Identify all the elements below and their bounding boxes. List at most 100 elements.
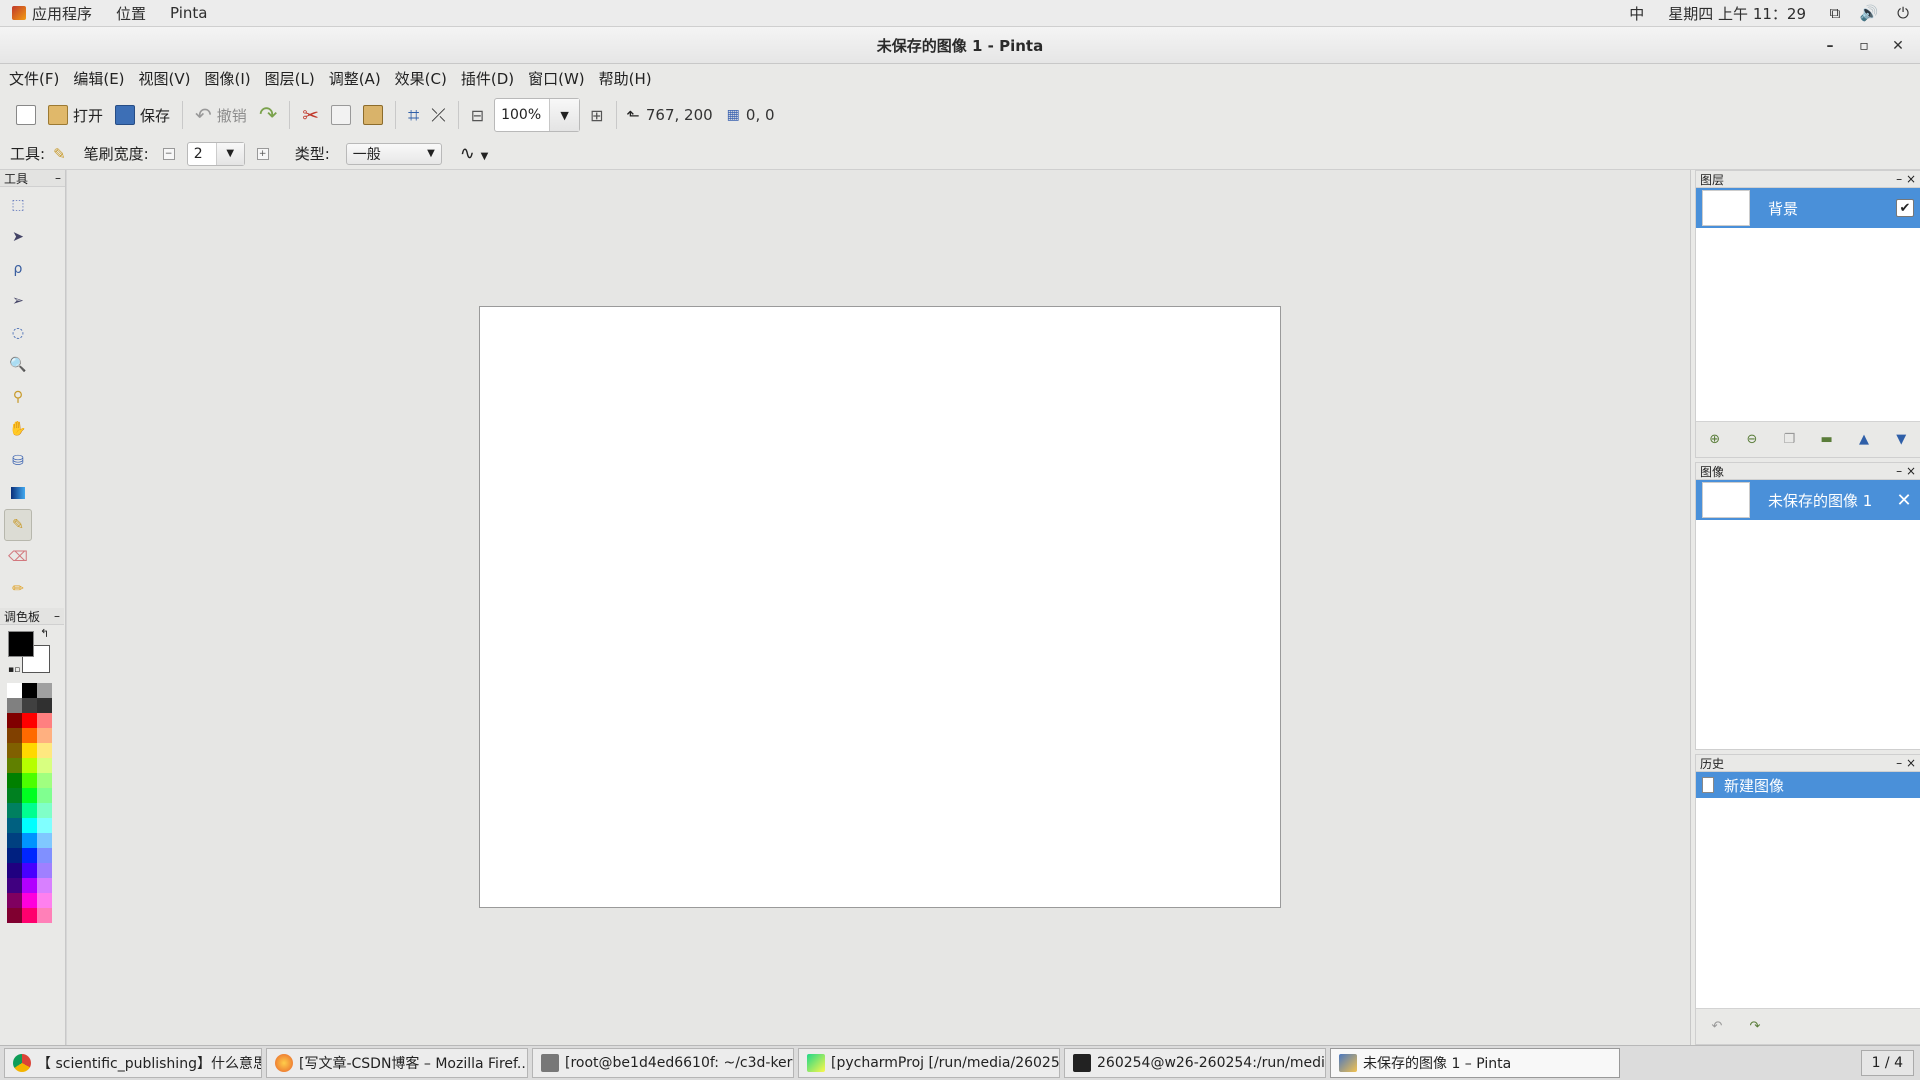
ellipse-select-tool[interactable]: ◌ xyxy=(4,317,32,349)
palette-swatch[interactable] xyxy=(22,743,37,758)
image-row[interactable]: 未保存的图像 1 ✕ xyxy=(1696,480,1920,520)
menu-addins[interactable]: 插件(D) xyxy=(454,68,521,89)
pan-tool[interactable]: ✋ xyxy=(4,413,32,445)
undo-icon[interactable]: ↶ xyxy=(1706,1019,1728,1035)
palette-swatch[interactable] xyxy=(7,743,22,758)
decrease-width-button[interactable]: − xyxy=(162,147,175,160)
palette-swatch[interactable] xyxy=(7,728,22,743)
palette-swatch[interactable] xyxy=(37,833,52,848)
palette-swatch[interactable] xyxy=(7,758,22,773)
network-icon[interactable]: ⧉ xyxy=(1824,2,1846,24)
move-layer-up-icon[interactable]: ▲ xyxy=(1853,432,1875,448)
task-pycharm[interactable]: [pycharmProj [/run/media/260254/... xyxy=(798,1048,1060,1078)
task-terminal-root[interactable]: [root@be1d4ed6610f: ~/c3d-keras] xyxy=(532,1048,794,1078)
menu-adjustments[interactable]: 调整(A) xyxy=(322,68,388,89)
palette-swatch[interactable] xyxy=(37,863,52,878)
collapse-icon[interactable]: – xyxy=(55,171,61,185)
zoom-tool[interactable]: 🔍 xyxy=(4,349,32,381)
palette-swatch[interactable] xyxy=(22,788,37,803)
palette-swatch[interactable] xyxy=(37,788,52,803)
delete-layer-icon[interactable]: ⊖ xyxy=(1741,432,1763,448)
palette-swatch[interactable] xyxy=(7,683,22,698)
add-layer-icon[interactable]: ⊕ xyxy=(1704,432,1726,448)
task-chrome[interactable]: 【 scientific_publishing】什么意思_... xyxy=(4,1048,262,1078)
paintbrush-tool[interactable]: ✎ xyxy=(4,509,32,541)
open-button[interactable]: 打开 xyxy=(42,99,109,131)
new-image-button[interactable] xyxy=(10,99,42,131)
zoom-out-button[interactable]: ⊟ xyxy=(465,99,490,131)
input-method-indicator[interactable]: 中 xyxy=(1617,3,1656,24)
menu-edit[interactable]: 编辑(E) xyxy=(66,68,131,89)
reset-colors-icon[interactable]: ▪▫ xyxy=(8,665,20,675)
paint-bucket-tool[interactable]: ⛁ xyxy=(4,445,32,477)
palette-swatch[interactable] xyxy=(37,758,52,773)
palette-swatch[interactable] xyxy=(22,848,37,863)
clock[interactable]: 星期四 上午 11：29 xyxy=(1656,3,1818,24)
palette-swatch[interactable] xyxy=(37,908,52,923)
task-terminal-user[interactable]: 260254@w26-260254:/run/media-... xyxy=(1064,1048,1326,1078)
palette-swatch[interactable] xyxy=(37,773,52,788)
menu-layers[interactable]: 图层(L) xyxy=(258,68,322,89)
image-canvas[interactable] xyxy=(479,306,1281,908)
duplicate-layer-icon[interactable]: ❐ xyxy=(1778,432,1800,448)
collapse-icon[interactable]: – xyxy=(54,609,60,623)
palette-swatch[interactable] xyxy=(7,833,22,848)
move-selected-tool[interactable]: ➤ xyxy=(4,221,32,253)
palette-swatch[interactable] xyxy=(22,893,37,908)
places-menu[interactable]: 位置 xyxy=(104,3,158,24)
palette-swatch[interactable] xyxy=(37,743,52,758)
panel-controls[interactable]: – × xyxy=(1896,464,1916,478)
copy-button[interactable] xyxy=(325,99,357,131)
paste-button[interactable] xyxy=(357,99,389,131)
maximize-button[interactable]: ▫ xyxy=(1850,38,1878,54)
palette-swatch[interactable] xyxy=(22,728,37,743)
palette-swatch[interactable] xyxy=(22,713,37,728)
zoom-value[interactable]: 100% xyxy=(495,107,549,123)
palette-swatch[interactable] xyxy=(22,803,37,818)
close-image-icon[interactable]: ✕ xyxy=(1894,490,1914,511)
close-button[interactable]: ✕ xyxy=(1884,38,1912,54)
palette-swatch[interactable] xyxy=(22,758,37,773)
active-app-menu[interactable]: Pinta xyxy=(158,4,219,22)
primary-color[interactable] xyxy=(8,631,34,657)
chevron-down-icon[interactable]: ▼ xyxy=(215,142,244,165)
swap-colors-icon[interactable]: ↰ xyxy=(40,627,49,640)
palette-swatch[interactable] xyxy=(7,908,22,923)
palette-swatch[interactable] xyxy=(7,803,22,818)
redo-button[interactable]: ↷ xyxy=(253,99,283,131)
palette-swatch[interactable] xyxy=(37,893,52,908)
antialiasing-button[interactable]: ∿ ▼ xyxy=(460,143,489,164)
rectangle-select-tool[interactable]: ⬚ xyxy=(4,189,32,221)
palette-swatch[interactable] xyxy=(37,683,52,698)
palette-swatch[interactable] xyxy=(7,863,22,878)
palette-swatch[interactable] xyxy=(37,803,52,818)
volume-icon[interactable]: 🔊 xyxy=(1858,2,1880,24)
move-layer-down-icon[interactable]: ▼ xyxy=(1890,432,1912,448)
palette-swatch[interactable] xyxy=(37,728,52,743)
palette-swatch[interactable] xyxy=(7,773,22,788)
brush-type-combo[interactable]: 一般 ▼ xyxy=(345,142,442,165)
palette-swatch[interactable] xyxy=(37,848,52,863)
crop-to-selection-button[interactable]: ⌗ xyxy=(402,99,425,131)
palette-swatch[interactable] xyxy=(37,698,52,713)
palette-swatch[interactable] xyxy=(37,878,52,893)
palette-swatch[interactable] xyxy=(7,848,22,863)
increase-width-button[interactable]: + xyxy=(256,147,269,160)
palette-swatch[interactable] xyxy=(7,713,22,728)
deselect-button[interactable]: ⤫ xyxy=(425,99,451,131)
zoom-in-button[interactable]: ⊞ xyxy=(584,99,609,131)
layer-visibility-checkbox[interactable]: ✔ xyxy=(1896,199,1914,217)
menu-image[interactable]: 图像(I) xyxy=(198,68,258,89)
magic-wand-tool[interactable]: ⚲ xyxy=(4,381,32,413)
task-pinta[interactable]: 未保存的图像 1 – Pinta xyxy=(1330,1048,1620,1078)
palette-swatch[interactable] xyxy=(37,713,52,728)
power-icon[interactable]: ⏻ xyxy=(1892,2,1914,24)
palette-swatch[interactable] xyxy=(22,698,37,713)
menu-effects[interactable]: 效果(C) xyxy=(388,68,454,89)
gradient-tool[interactable] xyxy=(4,477,32,509)
layer-row[interactable]: 背景 ✔ xyxy=(1696,188,1920,228)
applications-menu[interactable]: 应用程序 xyxy=(0,3,104,24)
minimize-button[interactable]: – xyxy=(1816,38,1844,54)
lasso-select-tool[interactable]: ρ xyxy=(4,253,32,285)
palette-swatch[interactable] xyxy=(22,863,37,878)
